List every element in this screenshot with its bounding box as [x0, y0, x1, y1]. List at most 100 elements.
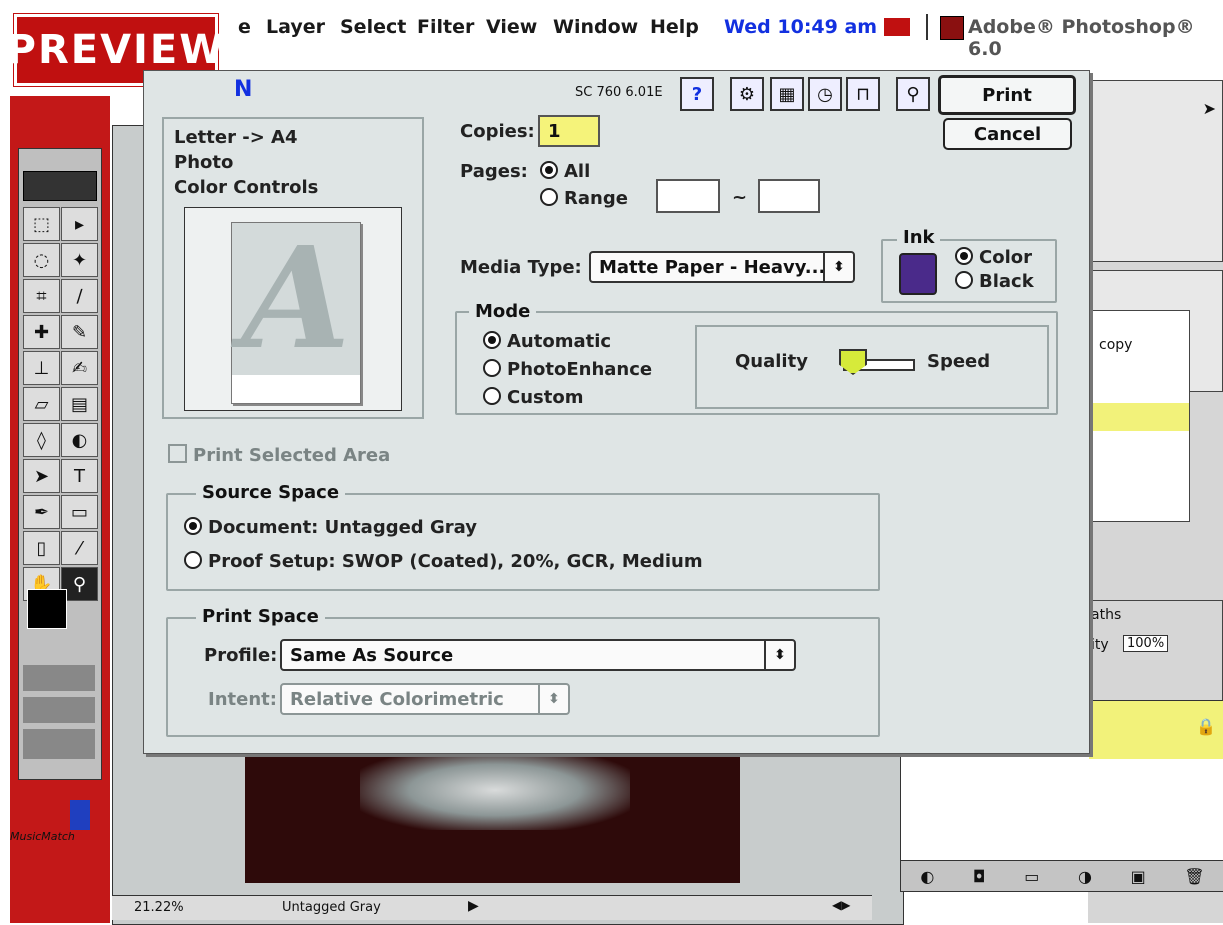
mode-automatic-radio[interactable]: Automatic	[483, 331, 611, 352]
quality-speed-slider-thumb[interactable]	[839, 349, 867, 375]
cancel-button[interactable]: Cancel	[943, 118, 1072, 150]
source-document-radio-dot	[184, 517, 202, 535]
magic-wand-tool-icon[interactable]: ✦	[61, 243, 98, 277]
quick-mask-buttons[interactable]	[23, 665, 95, 691]
keyboard-layout-flag-icon[interactable]	[884, 18, 910, 36]
print-button[interactable]: Print	[938, 75, 1076, 115]
new-layer-icon[interactable]: ▣	[1131, 867, 1146, 886]
mode-photoenhance-radio-dot	[483, 359, 501, 377]
mode-photoenhance-radio[interactable]: PhotoEnhance	[483, 359, 652, 380]
copies-input[interactable]: 1	[538, 115, 600, 147]
print-space-group: Print Space Profile: Same As Source ⬍ In…	[166, 606, 880, 737]
speed-label: Speed	[927, 351, 991, 372]
zoom-level[interactable]: 21.22%	[134, 900, 184, 915]
history-brush-tool-icon[interactable]: ✍	[61, 351, 98, 385]
adjustment-layer-icon[interactable]: ◑	[1078, 867, 1092, 886]
paths-tab[interactable]: aths	[1091, 607, 1121, 623]
quality-label: Quality	[735, 351, 808, 372]
pages-range-radio[interactable]: Range	[540, 188, 628, 209]
menu-edit-fragment[interactable]: e	[238, 16, 251, 38]
ink-color-label: Color	[979, 247, 1032, 268]
menu-window[interactable]: Window	[553, 16, 638, 38]
opacity-field[interactable]: 100%	[1123, 635, 1169, 652]
opacity-label: ity	[1091, 637, 1109, 653]
screen-mode-buttons[interactable]	[23, 697, 95, 723]
gradient-tool-icon[interactable]: ▤	[61, 387, 98, 421]
intent-popup[interactable]: Relative Colorimetric ⬍	[280, 683, 570, 715]
menu-help[interactable]: Help	[650, 16, 699, 38]
profile-label: Profile:	[204, 645, 278, 666]
ink-color-radio[interactable]: Color	[955, 247, 1032, 268]
info-arrow-icon[interactable]: ▶	[468, 898, 479, 914]
pages-all-radio[interactable]: All	[540, 161, 590, 182]
menu-select[interactable]: Select	[340, 16, 406, 38]
lasso-tool-icon[interactable]: ◌	[23, 243, 60, 277]
layer-mask-icon[interactable]: ◘	[973, 867, 986, 886]
mode-photoenhance-label: PhotoEnhance	[507, 359, 653, 380]
application-title[interactable]: Adobe® Photoshop® 6.0	[968, 16, 1223, 60]
shape-tool-icon[interactable]: ▭	[61, 495, 98, 529]
background-print-icon[interactable]: ◷	[808, 77, 842, 111]
history-item-copy[interactable]: copy	[1099, 337, 1132, 353]
path-select-tool-icon[interactable]: ➤	[23, 459, 60, 493]
palette-menu-icon[interactable]: ➤	[1203, 99, 1216, 118]
print-preview-icon[interactable]: ⚲	[896, 77, 930, 111]
trash-icon[interactable]: 🗑	[1184, 867, 1204, 886]
page-preview-sheet: A	[231, 217, 361, 404]
dodge-tool-icon[interactable]: ◐	[61, 423, 98, 457]
utility-icon[interactable]: ⚙	[730, 77, 764, 111]
blur-tool-icon[interactable]: ◊	[23, 423, 60, 457]
summary-media: Photo	[174, 152, 234, 173]
mode-group: Mode Automatic PhotoEnhance Custom Quali…	[455, 301, 1058, 415]
menu-layer[interactable]: Layer	[266, 16, 325, 38]
help-icon[interactable]: ?	[680, 77, 714, 111]
menubar-clock[interactable]: Wed 10:49 am	[724, 16, 877, 38]
jump-to-imageready-button[interactable]	[23, 729, 95, 759]
marquee-tool-icon[interactable]: ⬚	[23, 207, 60, 241]
eyedropper-tool-icon[interactable]: ⁄	[61, 531, 98, 565]
crop-tool-icon[interactable]: ⌗	[23, 279, 60, 313]
notes-tool-icon[interactable]: ▯	[23, 531, 60, 565]
ink-black-radio[interactable]: Black	[955, 271, 1034, 292]
brush-tool-icon[interactable]: ✎	[61, 315, 98, 349]
range-to-input[interactable]	[758, 179, 820, 213]
new-set-icon[interactable]: ▭	[1024, 867, 1039, 886]
navigator-palette: ➤	[1088, 80, 1223, 262]
profile-popup[interactable]: Same As Source ⬍	[280, 639, 796, 671]
pages-range-label: Range	[564, 188, 628, 209]
layout-icon[interactable]: ▦	[770, 77, 804, 111]
quality-speed-box: Quality Speed	[695, 325, 1049, 409]
musicmatch-dock-item[interactable]: MusicMatch	[10, 790, 110, 850]
print-selected-area-checkbox[interactable]: Print Selected Area	[168, 444, 390, 466]
eraser-tool-icon[interactable]: ▱	[23, 387, 60, 421]
pen-tool-icon[interactable]: ✒	[23, 495, 60, 529]
media-type-label: Media Type:	[460, 257, 582, 278]
pages-all-radio-dot	[540, 161, 558, 179]
mode-custom-radio-dot	[483, 387, 501, 405]
mode-custom-radio[interactable]: Custom	[483, 387, 583, 408]
ink-group-title: Ink	[897, 227, 941, 248]
history-item-selected[interactable]	[1089, 403, 1189, 431]
layer-style-icon[interactable]: ◐	[920, 867, 934, 886]
foreground-color-swatch[interactable]	[27, 589, 67, 629]
print-selected-area-box	[168, 444, 187, 463]
range-from-input[interactable]	[656, 179, 720, 213]
menu-filter[interactable]: Filter	[417, 16, 474, 38]
source-proof-radio[interactable]: Proof Setup: SWOP (Coated), 20%, GCR, Me…	[184, 551, 703, 572]
media-type-popup[interactable]: Matte Paper - Heavy... ⬍	[589, 251, 855, 283]
page-preview: A	[184, 207, 402, 411]
stamp-tool-icon[interactable]: ⊥	[23, 351, 60, 385]
type-tool-icon[interactable]: T	[61, 459, 98, 493]
menu-view[interactable]: View	[486, 16, 537, 38]
history-palette: copy	[1088, 310, 1190, 522]
source-space-title: Source Space	[196, 482, 346, 503]
photoshop-app-icon[interactable]	[940, 16, 964, 40]
source-document-label: Document: Untagged Gray	[208, 517, 477, 538]
healing-tool-icon[interactable]: ✚	[23, 315, 60, 349]
move-tool-icon[interactable]: ▸	[61, 207, 98, 241]
slice-tool-icon[interactable]: ∕	[61, 279, 98, 313]
source-document-radio[interactable]: Document: Untagged Gray	[184, 517, 477, 538]
custom-settings-icon[interactable]: ⊓	[846, 77, 880, 111]
scroll-left-arrow-icon[interactable]: ◀▶	[832, 898, 850, 912]
intent-value: Relative Colorimetric	[290, 688, 504, 710]
